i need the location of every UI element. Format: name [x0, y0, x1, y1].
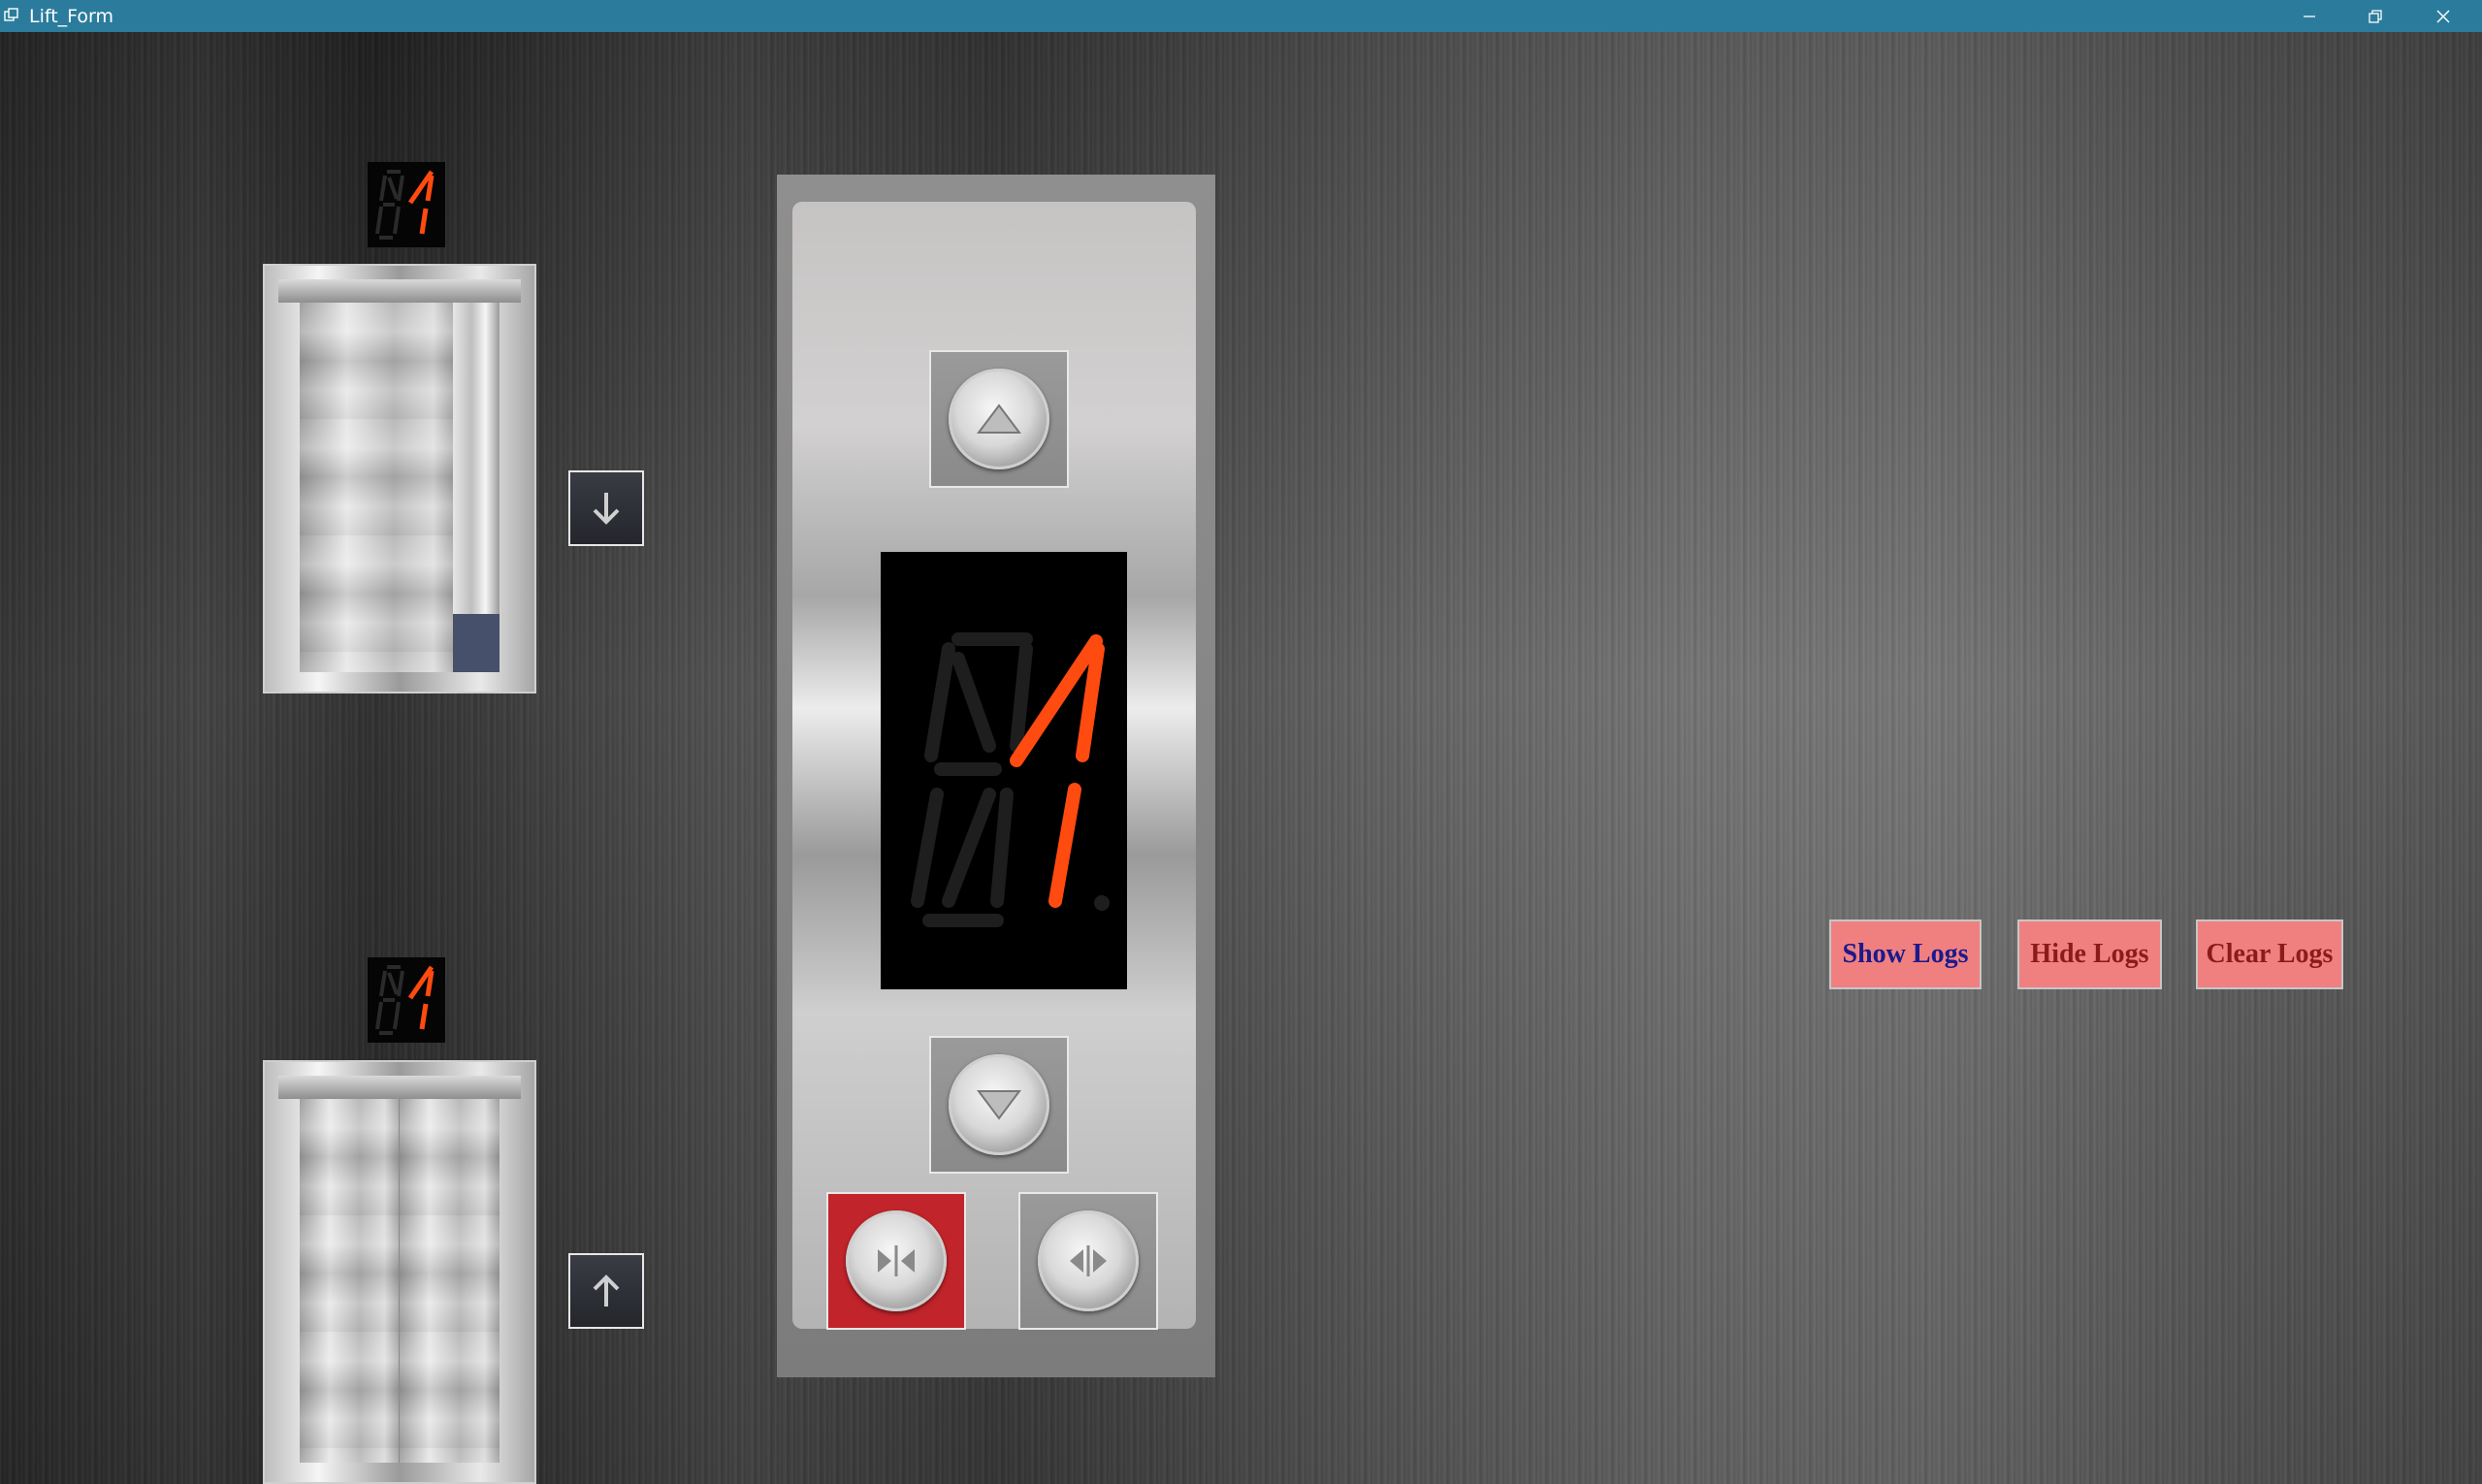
top-floor-segment-digit — [375, 170, 435, 240]
open-door-round — [1038, 1210, 1139, 1311]
close-door-button[interactable] — [826, 1192, 966, 1330]
app-icon — [4, 8, 18, 21]
arrow-down-icon — [593, 493, 620, 525]
restore-icon — [2369, 9, 2382, 23]
top-elevator-cabin-floor — [453, 614, 500, 672]
restore-button[interactable] — [2342, 0, 2408, 32]
close-button[interactable] — [2410, 0, 2476, 32]
top-elevator-door — [300, 303, 458, 672]
arrow-up-icon — [593, 1274, 620, 1307]
bottom-elevator — [263, 1060, 536, 1484]
door-open-icon — [1070, 1245, 1107, 1276]
show-logs-button[interactable]: Show Logs — [1829, 919, 1982, 989]
bottom-elevator-door-left — [300, 1099, 401, 1463]
door-close-icon — [878, 1245, 915, 1276]
close-icon — [2436, 10, 2450, 22]
panel-down-button[interactable] — [929, 1036, 1069, 1174]
title-bar: Lift_Form — [0, 0, 2482, 32]
panel-down-round — [949, 1054, 1049, 1155]
triangle-up-icon — [977, 403, 1021, 434]
top-call-down-button[interactable] — [568, 470, 644, 546]
open-door-button[interactable] — [1018, 1192, 1158, 1330]
lift-form-window: Lift_Form Show Logs Hide Logs Clear Logs — [0, 0, 2482, 1484]
top-elevator — [263, 264, 536, 694]
window-title: Lift_Form — [29, 6, 114, 27]
top-floor-display: 1 — [368, 162, 445, 247]
panel-up-round — [949, 369, 1049, 469]
hide-logs-button[interactable]: Hide Logs — [2017, 919, 2162, 989]
bottom-elevator-door-right — [399, 1099, 500, 1463]
top-elevator-frame — [278, 279, 521, 303]
bottom-call-up-button[interactable] — [568, 1253, 644, 1329]
panel-floor-display: 1 — [881, 552, 1127, 989]
bottom-elevator-opening — [300, 1099, 500, 1463]
minimize-icon — [2304, 15, 2315, 17]
close-door-round — [846, 1210, 947, 1311]
clear-logs-button[interactable]: Clear Logs — [2196, 919, 2343, 989]
top-elevator-opening — [300, 303, 500, 672]
triangle-down-icon — [977, 1090, 1021, 1120]
minimize-button[interactable] — [2276, 0, 2342, 32]
bottom-floor-segment-digit — [375, 965, 435, 1035]
bottom-floor-display: 1 — [368, 957, 445, 1043]
panel-up-button[interactable] — [929, 350, 1069, 488]
panel-segment-digit — [911, 632, 1110, 927]
bottom-elevator-frame — [278, 1076, 521, 1099]
